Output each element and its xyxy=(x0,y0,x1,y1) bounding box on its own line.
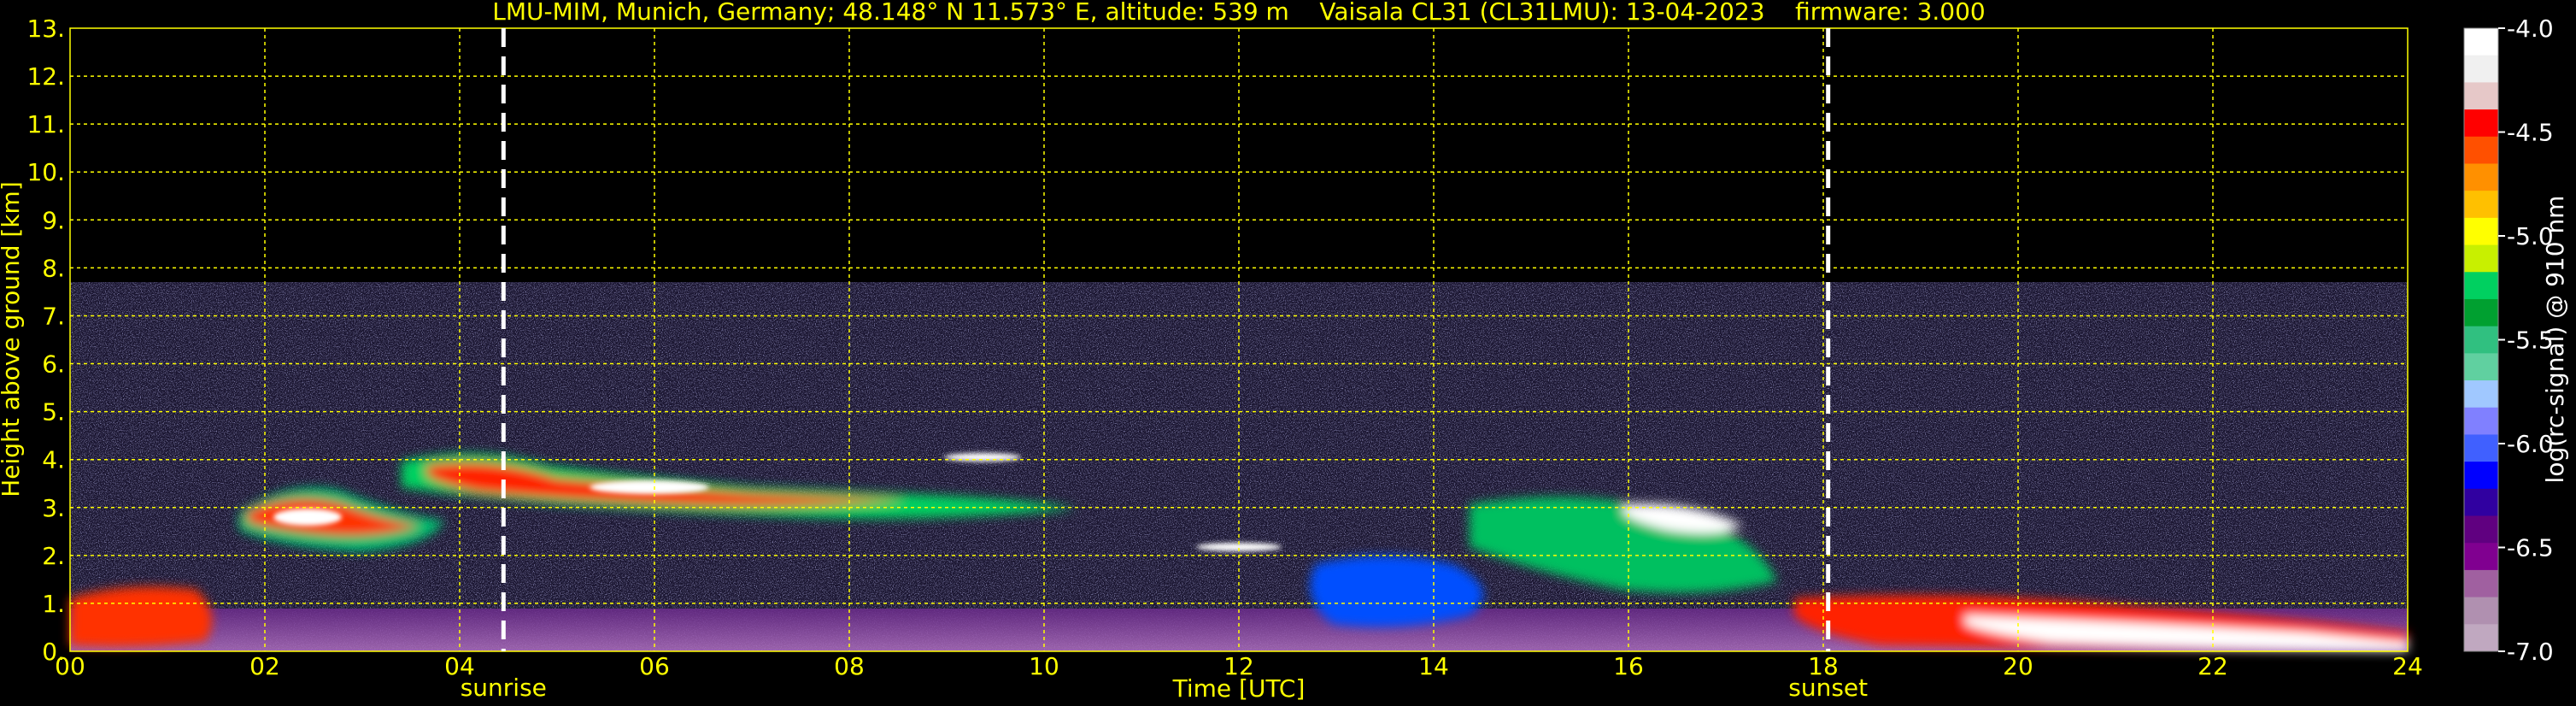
y-tick-labels: 0. 1. 2. 3. 4. 5. 6. 7. 8. 9. 10. 11. 12. 13. xyxy=(26,15,65,666)
colorbar-label: log(rc-signal) @ 910 nm xyxy=(2541,196,2569,484)
x-tick-label: 04 xyxy=(444,652,475,680)
chart-title: LMU-MIM, Munich, Germany; 48.148° N 11.5… xyxy=(492,0,1986,26)
colorbar-swatch xyxy=(2464,597,2498,625)
y-tick-label: 1. xyxy=(42,590,65,618)
colorbar-swatch xyxy=(2464,109,2498,138)
colorbar-tick-label: -7.0 xyxy=(2507,638,2554,666)
colorbar-swatch xyxy=(2464,298,2498,327)
y-tick-label: 7. xyxy=(42,302,65,330)
y-tick-label: 9. xyxy=(42,206,65,234)
y-tick-label: 4. xyxy=(42,446,65,474)
colorbar-tick-label: -4.5 xyxy=(2507,119,2554,147)
x-tick-label: 18 xyxy=(1808,652,1839,680)
colorbar-swatch xyxy=(2464,543,2498,571)
colorbar-swatch xyxy=(2464,136,2498,164)
x-tick-label: 20 xyxy=(2003,652,2033,680)
colorbar-swatch xyxy=(2464,488,2498,517)
x-axis-label: Time [UTC] xyxy=(1172,674,1306,703)
y-tick-label: 3. xyxy=(42,494,65,522)
y-tick-label: 12. xyxy=(26,62,65,91)
x-tick-label: 24 xyxy=(2392,652,2423,680)
colorbar-swatch xyxy=(2464,244,2498,273)
x-tick-label: 10 xyxy=(1029,652,1059,680)
x-tick-label: 16 xyxy=(1613,652,1644,680)
colorbar-tick-label: -4.0 xyxy=(2507,15,2554,43)
colorbar-swatch xyxy=(2464,82,2498,110)
cloud-highlight-elevated xyxy=(590,480,709,494)
colorbar-swatch xyxy=(2464,326,2498,354)
cloud-highlight-high xyxy=(944,453,1021,462)
colorbar-swatch xyxy=(2464,462,2498,490)
y-tick-label: 6. xyxy=(42,350,65,379)
colorbar-swatch xyxy=(2464,515,2498,544)
colorbar-tick-label: -6.5 xyxy=(2507,534,2554,562)
colorbar-swatches xyxy=(2464,28,2498,652)
colorbar-swatch xyxy=(2464,624,2498,652)
colorbar-swatch xyxy=(2464,353,2498,381)
colorbar: -4.0-4.5-5.0-5.5-6.0-6.5-7.0 log(rc-sign… xyxy=(2463,15,2569,666)
y-tick-label: 8. xyxy=(42,254,65,282)
low-cloud-early xyxy=(70,586,212,647)
y-tick-label: 0. xyxy=(42,638,65,666)
colorbar-swatch xyxy=(2464,380,2498,409)
x-tick-label: 02 xyxy=(249,652,280,680)
colorbar-swatch xyxy=(2464,191,2498,219)
colorbar-swatch xyxy=(2464,272,2498,300)
colorbar-swatch xyxy=(2464,28,2498,56)
y-axis-label: Height above ground [km] xyxy=(0,181,25,497)
cloud-highlight-morning xyxy=(273,509,342,526)
y-tick-label: 10. xyxy=(26,158,65,186)
y-tick-label: 5. xyxy=(42,398,65,427)
colorbar-swatch xyxy=(2464,217,2498,246)
y-tick-label: 13. xyxy=(26,15,65,43)
x-tick-label: 08 xyxy=(834,652,865,680)
colorbar-swatch xyxy=(2464,569,2498,598)
y-tick-label: 11. xyxy=(26,110,65,138)
colorbar-swatch xyxy=(2464,407,2498,435)
x-tick-label: 06 xyxy=(639,652,670,680)
x-tick-label: 14 xyxy=(1418,652,1449,680)
y-tick-label: 2. xyxy=(42,542,65,570)
x-tick-label: 22 xyxy=(2198,652,2228,680)
colorbar-swatch xyxy=(2464,434,2498,462)
ceilometer-chart: sunrise sunset 00 02 04 06 08 10 12 14 16 18 20 22 24… xyxy=(0,0,2569,703)
colorbar-swatch xyxy=(2464,163,2498,191)
colorbar-swatch xyxy=(2464,55,2498,83)
plot-area: sunrise sunset 00 02 04 06 08 10 12 14 16 18 20 22 24… xyxy=(26,15,2422,702)
